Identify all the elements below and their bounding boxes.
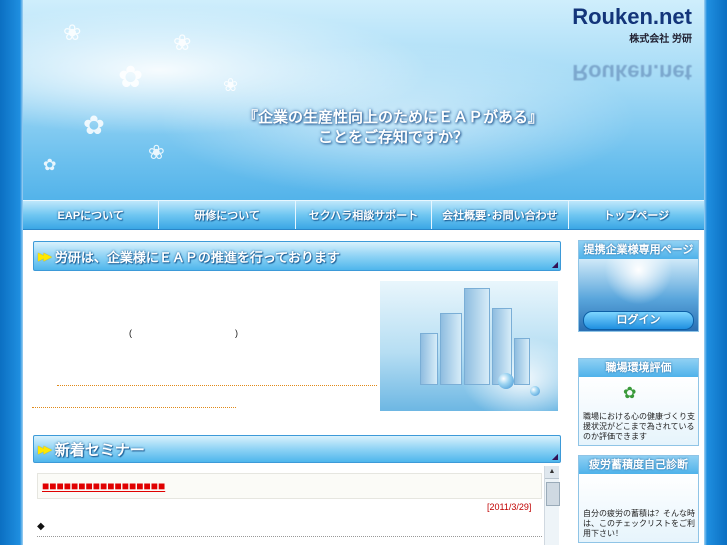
- scroll-up-icon[interactable]: ▲: [545, 466, 559, 479]
- fatigue-card-body: 自分の疲労の蓄積は？そんな時は、このチェックリストをご利用下さい！: [579, 474, 698, 542]
- dotted-divider: [32, 407, 236, 408]
- main-content: ▶▶ 労研は、企業様にＥＡＰの推進を行っております ◢ ( ) ▶▶ 新着セミナ…: [23, 230, 704, 545]
- bullet-icon: ◆: [37, 521, 45, 532]
- building-shape: [440, 313, 462, 385]
- nav-item-training[interactable]: 研修について: [159, 201, 296, 229]
- news-link[interactable]: ■■■■■■■■■■■■■■■■■: [42, 479, 165, 493]
- partner-card: 提携企業様専用ページ ログイン: [578, 240, 699, 332]
- news-item: ■■■■■■■■■■■■■■■■■: [37, 473, 542, 499]
- resize-corner-icon: ◢: [551, 260, 558, 269]
- flower-decoration: ✿: [118, 61, 144, 94]
- nav-item-top-page[interactable]: トップページ: [569, 201, 704, 229]
- partner-card-title: 提携企業様専用ページ: [579, 241, 698, 259]
- logo-name: Rouken.net: [572, 4, 692, 29]
- fatigue-card-title: 疲労蓄積度自己診断: [579, 456, 698, 474]
- login-button[interactable]: ログイン: [583, 311, 694, 330]
- flower-decoration: ✿: [43, 157, 57, 174]
- building-shape: [464, 288, 490, 385]
- section-title: 労研は、企業様にＥＡＰの推進を行っております: [54, 249, 340, 265]
- workplace-card-title: 職場環境評価: [579, 359, 698, 377]
- water-drop: [498, 373, 514, 389]
- flower-decoration: ❀: [148, 142, 165, 164]
- fatigue-card[interactable]: 疲労蓄積度自己診断 自分の疲労の蓄積は？そんな時は、このチェックリストをご利用下…: [578, 455, 699, 543]
- main-nav: EAPについて 研修について セクハラ相談サポート 会社概要･お問い合わせ トッ…: [23, 200, 704, 230]
- paren-open: (: [129, 328, 132, 338]
- double-arrow-icon: ▶▶: [38, 250, 52, 263]
- nav-item-eap[interactable]: EAPについて: [23, 201, 160, 229]
- headline-line1: 『企業の生産性向上のためにＥＡＰがある』: [242, 109, 543, 126]
- logo-reflection: Rouken.net: [572, 60, 692, 85]
- headline: 『企業の生産性向上のためにＥＡＰがある』 ことをご存知ですか？: [223, 108, 563, 148]
- resize-corner-icon: ◢: [551, 452, 558, 461]
- sprout-icon: ✿: [623, 385, 637, 402]
- workplace-card-body: ✿ 職場における心の健康づくり支援状況がどこまで為されているのか評価できます: [579, 377, 698, 445]
- page: ❀ ✿ ❀ ✿ ❀ ❀ ✿ Rouken.net 株式会社 労研 Rouken.…: [0, 0, 727, 545]
- dotted-divider: [37, 536, 542, 537]
- news-date: [2011/3/29]: [487, 502, 532, 512]
- site-logo[interactable]: Rouken.net 株式会社 労研 Rouken.net: [572, 4, 692, 85]
- dotted-divider: [57, 385, 377, 386]
- water-drop: [530, 386, 540, 396]
- section-header-seminar: ▶▶ 新着セミナー ◢: [33, 435, 561, 463]
- fatigue-card-text: 自分の疲労の蓄積は？そんな時は、このチェックリストをご利用下さい！: [583, 509, 695, 538]
- paren-close: ): [235, 328, 238, 338]
- nav-item-company-contact[interactable]: 会社概要･お問い合わせ: [432, 201, 569, 229]
- flower-decoration: ❀: [173, 30, 192, 55]
- nav-item-harassment-support[interactable]: セクハラ相談サポート: [296, 201, 433, 229]
- logo-company: 株式会社 労研: [629, 34, 692, 45]
- flower-decoration: ❀: [223, 75, 239, 95]
- section-header-eap: ▶▶ 労研は、企業様にＥＡＰの推進を行っております ◢: [33, 241, 561, 271]
- double-arrow-icon: ▶▶: [38, 443, 52, 456]
- news-scrollbar[interactable]: ▲: [544, 466, 560, 545]
- sky-image: ログイン: [579, 259, 698, 331]
- header-banner: ❀ ✿ ❀ ✿ ❀ ❀ ✿ Rouken.net 株式会社 労研 Rouken.…: [23, 0, 704, 200]
- flower-decoration: ✿: [83, 110, 105, 140]
- workplace-card[interactable]: 職場環境評価 ✿ 職場における心の健康づくり支援状況がどこまで為されているのか評…: [578, 358, 699, 446]
- building-shape: [514, 338, 530, 385]
- flower-decoration: ❀: [63, 20, 82, 45]
- city-image: [380, 281, 558, 411]
- workplace-card-text: 職場における心の健康づくり支援状況がどこまで為されているのか評価できます: [583, 412, 695, 441]
- headline-line2: ことをご存知ですか？: [317, 129, 468, 146]
- section-title: 新着セミナー: [54, 441, 145, 459]
- scroll-thumb[interactable]: [546, 482, 560, 506]
- building-shape: [420, 333, 438, 385]
